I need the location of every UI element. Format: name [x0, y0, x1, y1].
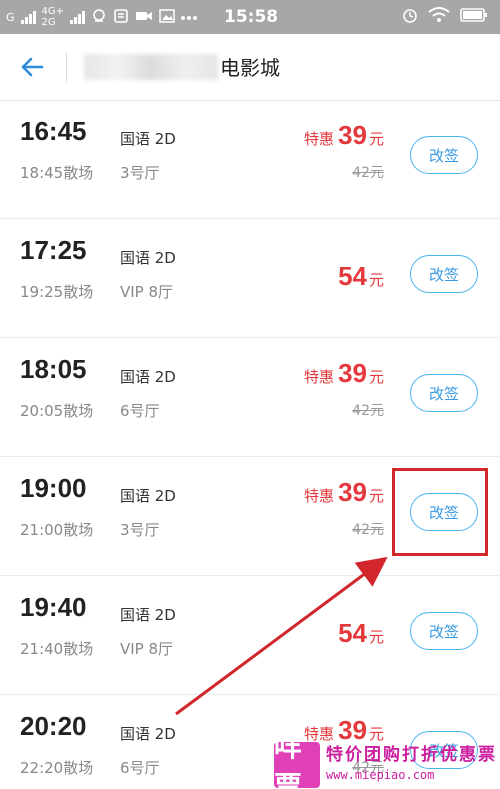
blurred-cinema-name [84, 54, 218, 80]
start-time: 17:25 [20, 235, 87, 265]
price-value: 54 [338, 618, 367, 648]
price: 54 元 [338, 618, 384, 649]
wifi-icon [428, 7, 450, 27]
start-time: 18:05 [20, 354, 87, 384]
qq-icon [91, 8, 107, 27]
end-time: 20:05散场 [20, 402, 94, 420]
price: 特惠 39 元 [304, 477, 384, 508]
session-row[interactable]: 18:05 20:05散场 国语 2D 6号厅 特惠 39 元 42元 改签 [0, 338, 500, 457]
hall-name: 6号厅 [120, 759, 160, 777]
watermark-slogan: 特价团购打折优惠票 [326, 744, 497, 765]
price-unit: 元 [368, 130, 384, 148]
end-time: 21:40散场 [20, 640, 94, 658]
battery-icon [460, 7, 488, 27]
cinema-title: 电影城 [220, 56, 280, 80]
hall-name: 6号厅 [120, 402, 160, 420]
start-time: 19:00 [20, 473, 87, 503]
watermark-logo: 咩票 [274, 730, 320, 789]
alarm-icon [402, 7, 418, 27]
hall-name: VIP 8厅 [120, 283, 174, 301]
image-icon [159, 8, 175, 26]
start-time: 20:20 [20, 711, 87, 741]
price-value: 54 [338, 261, 367, 291]
header-divider [66, 52, 67, 82]
app-screen: G 4G+ 2G 15:58 电影城 16:45 18:45散场 国语 2D 3… [0, 0, 500, 789]
original-price: 42元 [352, 403, 384, 419]
language-format: 国语 2D [120, 130, 176, 148]
language-format: 国语 2D [120, 249, 176, 267]
watermark-url: www.miepiao.com [326, 767, 435, 782]
watermark: 咩票 特价团购打折优惠票 www.miepiao.com [274, 730, 500, 789]
back-arrow-icon [21, 57, 44, 77]
price: 特惠 39 元 [304, 358, 384, 389]
price-value: 39 [338, 477, 367, 507]
end-time: 19:25散场 [20, 283, 94, 301]
change-ticket-button[interactable]: 改签 [410, 612, 478, 650]
signal-icon [70, 10, 86, 24]
hall-name: 3号厅 [120, 164, 160, 182]
status-bar: G 4G+ 2G 15:58 [0, 0, 500, 34]
language-format: 国语 2D [120, 368, 176, 386]
status-right [402, 0, 488, 34]
price: 54 元 [338, 261, 384, 292]
price-unit: 元 [368, 368, 384, 386]
app-notification-icon [113, 8, 129, 27]
status-time: 15:58 [224, 7, 279, 27]
video-icon [135, 9, 153, 26]
session-row[interactable]: 19:40 21:40散场 国语 2D VIP 8厅 54 元改签 [0, 576, 500, 695]
hall-name: 3号厅 [120, 521, 160, 539]
price-unit: 元 [368, 628, 384, 646]
promo-label: 特惠 [304, 487, 335, 505]
session-row[interactable]: 16:45 18:45散场 国语 2D 3号厅 特惠 39 元 42元 改签 [0, 100, 500, 219]
status-left: G 4G+ 2G [6, 0, 198, 34]
promo-label: 特惠 [304, 368, 335, 386]
change-ticket-button[interactable]: 改签 [410, 374, 478, 412]
signal-icon [20, 10, 36, 24]
annotation-highlight-box [392, 468, 488, 556]
price-unit: 元 [368, 271, 384, 289]
more-icon [181, 11, 198, 24]
watermark-text: 特价团购打折优惠票 www.miepiao.com [326, 745, 497, 785]
back-button[interactable] [14, 52, 50, 82]
language-format: 国语 2D [120, 487, 176, 505]
language-format: 国语 2D [120, 606, 176, 624]
page-header: 电影城 [0, 34, 500, 101]
change-ticket-button[interactable]: 改签 [410, 255, 478, 293]
end-time: 22:20散场 [20, 759, 94, 777]
carrier-label: G [6, 10, 15, 24]
session-row[interactable]: 17:25 19:25散场 国语 2D VIP 8厅 54 元改签 [0, 219, 500, 338]
language-format: 国语 2D [120, 725, 176, 743]
network-type: 4G+ 2G [42, 6, 65, 28]
start-time: 19:40 [20, 592, 87, 622]
price-value: 39 [338, 120, 367, 150]
end-time: 18:45散场 [20, 164, 94, 182]
network-type-bottom: 2G [41, 17, 56, 28]
price-value: 39 [338, 358, 367, 388]
change-ticket-button[interactable]: 改签 [410, 136, 478, 174]
network-type-top: 4G+ [41, 6, 65, 17]
session-list: 16:45 18:45散场 国语 2D 3号厅 特惠 39 元 42元 改签 17:25 19:25… [0, 100, 500, 789]
price: 特惠 39 元 [304, 120, 384, 151]
original-price: 42元 [352, 522, 384, 538]
price-unit: 元 [368, 487, 384, 505]
promo-label: 特惠 [304, 130, 335, 148]
hall-name: VIP 8厅 [120, 640, 174, 658]
end-time: 21:00散场 [20, 521, 94, 539]
original-price: 42元 [352, 165, 384, 181]
start-time: 16:45 [20, 116, 87, 146]
